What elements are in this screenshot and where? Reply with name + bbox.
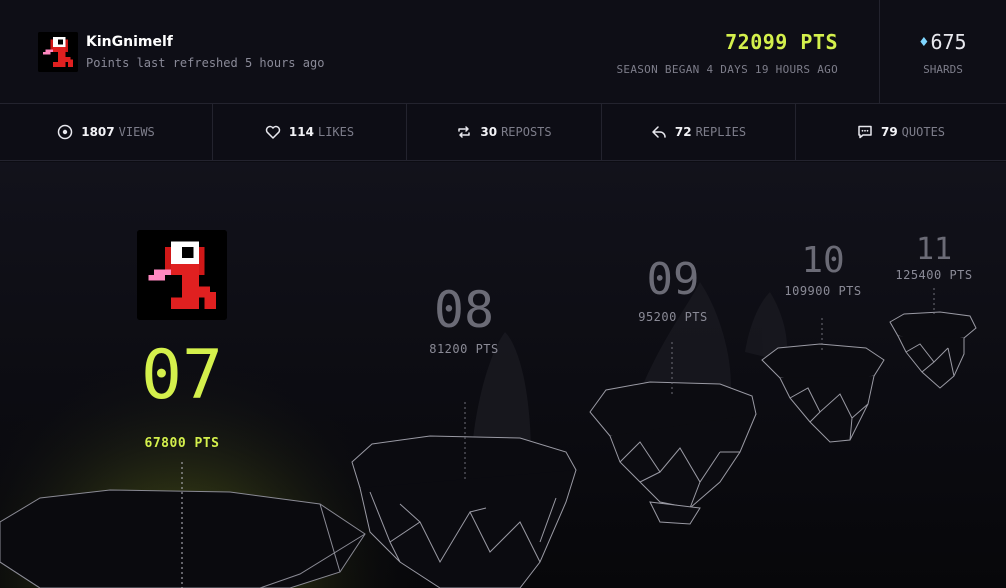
worm-avatar-icon (38, 32, 78, 72)
rank-number: 10 (801, 240, 845, 281)
current-user-avatar[interactable] (137, 230, 227, 320)
stat-reposts-value: 30 (480, 125, 498, 139)
stat-replies-value: 72 (674, 125, 692, 139)
rank-points: 67800 PTS (144, 436, 220, 451)
leaderboard-entry-07[interactable]: 07 (141, 340, 223, 412)
rank-points: 81200 PTS (429, 342, 499, 356)
leaderboard-entry-08[interactable]: 08 81200 PTS (429, 282, 499, 356)
rank-points: 125400 PTS (895, 268, 973, 282)
engagement-stats: 1807 VIEWS 114 LIKES 30 REPOSTS 72 REPLI… (0, 104, 1006, 161)
stat-likes[interactable]: 114 LIKES (213, 104, 407, 160)
stat-likes-value: 114 (288, 125, 314, 139)
total-points: 72099 PTS (725, 30, 838, 54)
shards-value: 675 (930, 30, 967, 54)
rank-number: 08 (433, 281, 495, 339)
shard-diamond-icon: ♦ (919, 33, 929, 51)
stat-quotes-value: 79 (880, 125, 898, 139)
rank-points: 95200 PTS (638, 310, 708, 324)
stat-replies[interactable]: 72 REPLIES (602, 104, 796, 160)
rank-number: 07 (141, 336, 223, 415)
stat-replies-label: REPLIES (695, 125, 747, 139)
quote-icon (858, 125, 872, 139)
reply-icon (652, 126, 666, 138)
profile-header: KinGnimelf Points last refreshed 5 hours… (0, 0, 1006, 104)
worm-avatar-icon (137, 230, 227, 320)
stat-quotes[interactable]: 79 QUOTES (796, 104, 1006, 160)
stat-likes-label: LIKES (317, 125, 355, 139)
season-status: SEASON BEGAN 4 DAYS 19 HOURS AGO (616, 63, 838, 76)
leaderboard-entry-09[interactable]: 09 95200 PTS (638, 254, 708, 324)
eye-icon (57, 124, 73, 140)
stat-reposts-label: REPOSTS (501, 125, 552, 139)
leaderboard-entry-07-points: 67800 PTS (145, 436, 220, 451)
rank-number: 09 (646, 254, 700, 305)
refresh-status: Points last refreshed 5 hours ago (86, 56, 325, 70)
stat-views-label: VIEWS (118, 125, 155, 139)
avatar[interactable] (38, 32, 78, 72)
stat-reposts[interactable]: 30 REPOSTS (407, 104, 602, 160)
shards-label: SHARDS (923, 63, 963, 76)
leaderboard-scene: 07 67800 PTS 08 81200 PTS 09 95200 PTS 1… (0, 162, 1006, 588)
leaderboard-entry-11[interactable]: 11 125400 PTS (895, 232, 972, 282)
rank-number: 11 (915, 232, 953, 267)
stat-views-value: 1807 (81, 125, 115, 139)
repost-icon (458, 126, 471, 138)
leaderboard-entry-10[interactable]: 10 109900 PTS (784, 240, 861, 298)
shards-count: ♦ 675 (880, 30, 1006, 54)
heart-icon (265, 125, 281, 139)
username[interactable]: KinGnimelf (86, 34, 173, 50)
stat-quotes-label: QUOTES (901, 125, 946, 139)
stat-views[interactable]: 1807 VIEWS (0, 104, 213, 160)
rank-points: 109900 PTS (784, 284, 862, 298)
